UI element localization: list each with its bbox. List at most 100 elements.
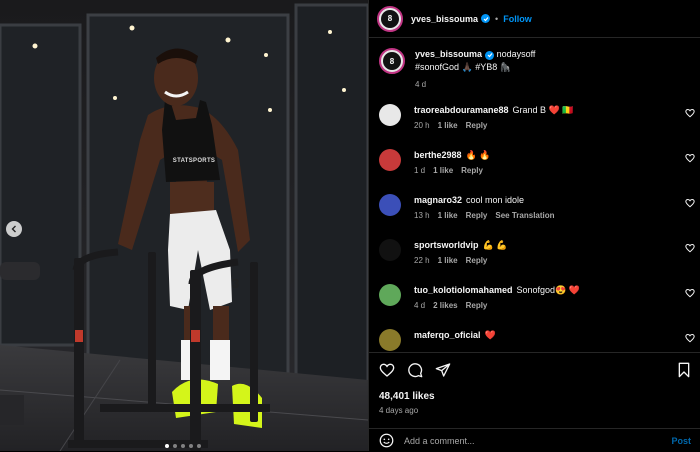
comment-meta: 4 d 2 likes Reply [414, 301, 695, 310]
heart-icon[interactable] [685, 198, 695, 208]
comment-row: sportsworldvip 💪 💪 22 h 1 like Reply [379, 239, 695, 265]
verified-icon [485, 50, 495, 60]
post-time: 4 days ago [379, 406, 419, 415]
comment-likes[interactable]: 1 like [433, 166, 453, 175]
author-avatar[interactable]: 8 [377, 5, 403, 32]
author-username[interactable]: yves_bissouma [411, 14, 478, 24]
add-comment-row: Post [369, 428, 700, 452]
commenter-avatar[interactable] [379, 239, 401, 261]
commenter-username[interactable]: tuo_kolotiolomahamed [414, 285, 513, 295]
comment-time: 22 h [414, 256, 430, 265]
avatar-label: 8 [383, 52, 401, 70]
comment-body: traoreabdouramane88 Grand B ❤️ 🇲🇱 20 h 1 li… [414, 104, 695, 130]
comment-text-line: maferqo_oficial ❤️ [414, 329, 695, 341]
comment-text: cool mon idole [466, 195, 525, 205]
reply-button[interactable]: Reply [461, 166, 483, 175]
heart-icon[interactable] [685, 333, 695, 343]
reply-button[interactable]: Reply [466, 301, 488, 310]
verified-icon [481, 14, 491, 23]
caption-hashtags: #sonofGod 🙏🏿 #YB8 🦍 [415, 62, 511, 72]
add-comment-input[interactable] [404, 435, 672, 446]
see-translation-button[interactable]: See Translation [495, 211, 554, 220]
comment-text-line: berthe2988 🔥 🔥 [414, 149, 695, 161]
comment-row: traoreabdouramane88 Grand B ❤️ 🇲🇱 20 h 1 li… [379, 104, 695, 130]
follow-button[interactable]: Follow [503, 14, 532, 24]
post-comment-button[interactable]: Post [671, 436, 691, 446]
comment-meta: 22 h 1 like Reply [414, 256, 695, 265]
comment-body: maferqo_oficial ❤️ [414, 329, 695, 351]
comment-text-line: tuo_kolotiolomahamed Sonofgod😍 ❤️ [414, 284, 695, 296]
commenter-username[interactable]: berthe2988 [414, 150, 462, 160]
caption-text: nodaysoff [496, 49, 536, 59]
post-details-panel: 8 yves_bissouma • Follow 8 yves_bissouma… [368, 0, 700, 451]
emoji-button[interactable] [379, 433, 394, 448]
post-header: 8 yves_bissouma • Follow [369, 0, 700, 38]
carousel-dots [165, 444, 201, 448]
carousel-dot[interactable] [181, 444, 185, 448]
avatar-label: 8 [381, 9, 399, 28]
commenter-username[interactable]: maferqo_oficial [414, 330, 481, 340]
heart-icon[interactable] [685, 288, 695, 298]
comment-meta: 1 d 1 like Reply [414, 166, 695, 175]
header-separator: • [495, 13, 499, 24]
comments-scroll-area[interactable]: 8 yves_bissouma nodaysoff #sonofGod 🙏🏿 #… [369, 38, 700, 352]
comment-text: Grand B ❤️ 🇲🇱 [512, 105, 574, 115]
carousel-dot[interactable] [189, 444, 193, 448]
caption-text-block: yves_bissouma nodaysoff #sonofGod 🙏🏿 #YB… [415, 48, 535, 91]
heart-icon[interactable] [685, 153, 695, 163]
post-caption: 8 yves_bissouma nodaysoff #sonofGod 🙏🏿 #… [379, 48, 535, 91]
comment-likes[interactable]: 1 like [438, 121, 458, 130]
shirt-logo-text: STATSPORTS [172, 158, 216, 164]
comment-body: magnaro32 cool mon idole 13 h 1 like Reply Se… [414, 194, 695, 220]
commenter-avatar[interactable] [379, 329, 401, 351]
comment-time: 1 d [414, 166, 426, 175]
shorts-number: 3 [232, 276, 240, 291]
comment-likes[interactable]: 2 likes [433, 301, 457, 310]
comment-text: ❤️ [484, 330, 496, 340]
reply-button[interactable]: Reply [466, 121, 488, 130]
comment-text-line: magnaro32 cool mon idole [414, 194, 695, 206]
gym-scene-illustration [0, 0, 368, 451]
chevron-left-icon [11, 225, 16, 233]
emoji-icon [379, 433, 394, 448]
commenter-avatar[interactable] [379, 149, 401, 171]
comment-likes[interactable]: 1 like [438, 256, 458, 265]
comment-icon[interactable] [407, 362, 423, 378]
heart-icon[interactable] [685, 108, 695, 118]
caption-line-1: yves_bissouma nodaysoff [415, 48, 535, 61]
comment-time: 4 d [414, 301, 426, 310]
commenter-avatar[interactable] [379, 104, 401, 126]
share-icon[interactable] [435, 362, 451, 378]
caption-avatar[interactable]: 8 [379, 48, 405, 74]
save-button[interactable] [677, 362, 691, 378]
heart-icon[interactable] [379, 362, 395, 378]
commenter-avatar[interactable] [379, 284, 401, 306]
carousel-dot[interactable] [165, 444, 169, 448]
comment-body: berthe2988 🔥 🔥 1 d 1 like Reply [414, 149, 695, 175]
caption-username[interactable]: yves_bissouma [415, 49, 482, 59]
comment-row: tuo_kolotiolomahamed Sonofgod😍 ❤️ 4 d 2 lik… [379, 284, 695, 310]
comment-text-line: sportsworldvip 💪 💪 [414, 239, 695, 251]
bookmark-icon [678, 362, 690, 378]
comment-likes[interactable]: 1 like [438, 211, 458, 220]
carousel-prev-button[interactable] [6, 221, 22, 237]
action-icons [379, 362, 451, 378]
comment-meta: 13 h 1 like Reply See Translation [414, 211, 695, 220]
reply-button[interactable]: Reply [466, 211, 488, 220]
likes-count[interactable]: 48,401 likes [379, 391, 435, 402]
comment-row: berthe2988 🔥 🔥 1 d 1 like Reply [379, 149, 695, 175]
commenter-username[interactable]: sportsworldvip [414, 240, 479, 250]
commenter-avatar[interactable] [379, 194, 401, 216]
comment-text-line: traoreabdouramane88 Grand B ❤️ 🇲🇱 [414, 104, 695, 116]
comment-body: tuo_kolotiolomahamed Sonofgod😍 ❤️ 4 d 2 lik… [414, 284, 695, 310]
carousel-dot[interactable] [197, 444, 201, 448]
reply-button[interactable]: Reply [466, 256, 488, 265]
comment-text: 🔥 🔥 [465, 150, 491, 160]
heart-icon[interactable] [685, 243, 695, 253]
commenter-username[interactable]: magnaro32 [414, 195, 462, 205]
post-actions-area: 48,401 likes 4 days ago Post [369, 352, 700, 451]
commenter-username[interactable]: traoreabdouramane88 [414, 105, 509, 115]
comment-row: maferqo_oficial ❤️ [379, 329, 695, 351]
post-photo: STATSPORTS 3 [0, 0, 368, 451]
carousel-dot[interactable] [173, 444, 177, 448]
